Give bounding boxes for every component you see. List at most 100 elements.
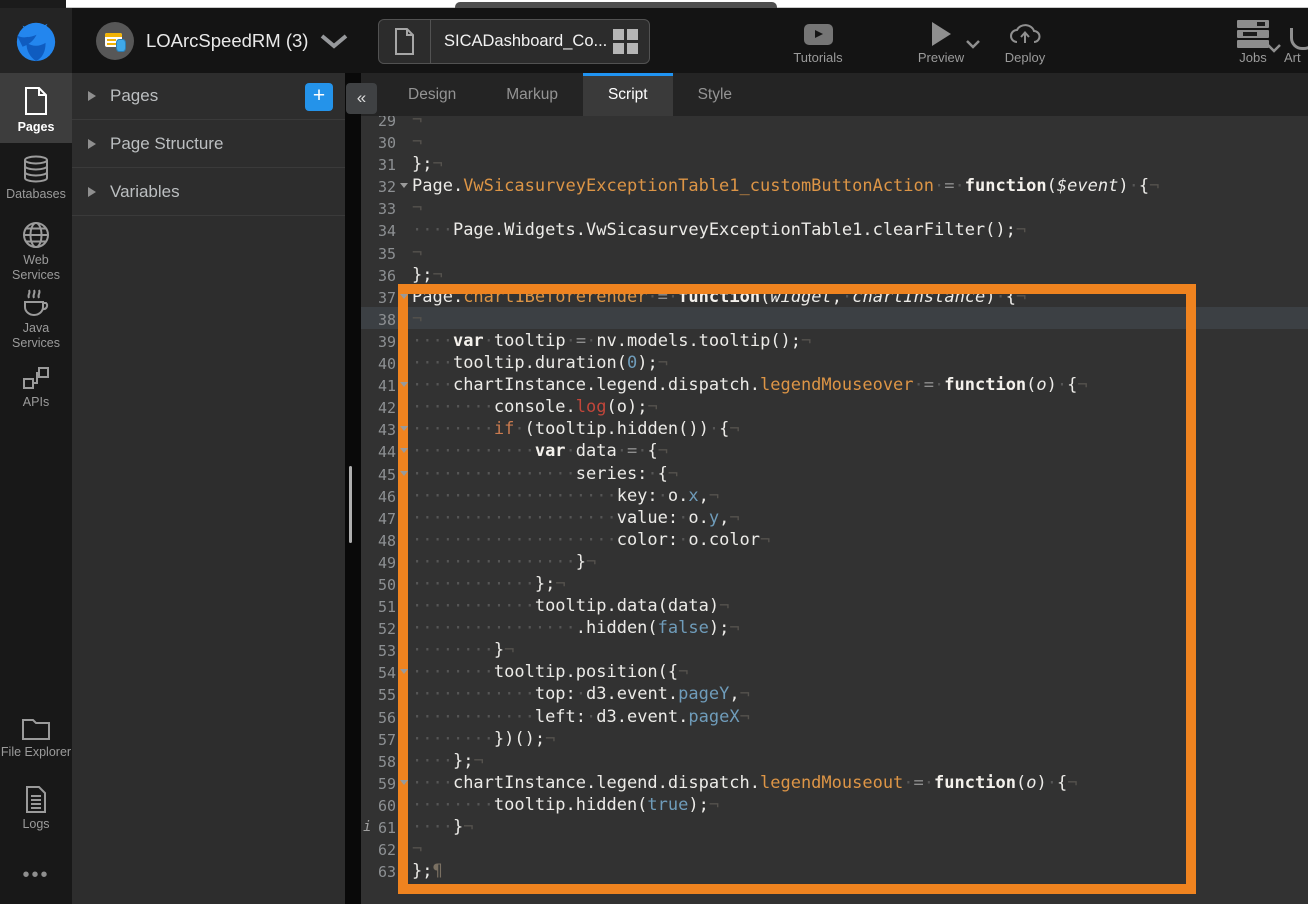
panel-splitter[interactable] [345, 73, 361, 904]
line-number: 37 [361, 289, 396, 307]
code-line-40[interactable]: 40····tooltip.duration(0);¬ [361, 352, 1308, 374]
add-page-button[interactable]: + [305, 83, 333, 111]
collapse-panel-button[interactable]: « [346, 83, 377, 114]
fold-arrow-icon[interactable] [400, 448, 408, 453]
scrollbar-thumb[interactable] [349, 466, 352, 543]
code-line-29[interactable]: 29¬ [361, 116, 1308, 131]
code-line-59[interactable]: 59····chartInstance.legend.dispatch.lege… [361, 772, 1308, 794]
header: LOArcSpeedRM (3) SICADashboard_Co... Tut… [0, 8, 1308, 73]
code-line-50[interactable]: 50············};¬ [361, 573, 1308, 595]
code-line-41[interactable]: 41····chartInstance.legend.dispatch.lege… [361, 374, 1308, 396]
code-line-61[interactable]: i61····}¬ [361, 816, 1308, 838]
section-page-structure[interactable]: Page Structure [72, 121, 345, 168]
code-line-57[interactable]: 57········})();¬ [361, 728, 1308, 750]
code-text: ····················color:·o.color¬ [412, 529, 770, 551]
line-number: 49 [361, 554, 396, 572]
page-file-cell[interactable] [379, 20, 431, 63]
code-line-63[interactable]: 63};¶ [361, 860, 1308, 882]
code-text: ············};¬ [412, 573, 566, 595]
project-chevron-down-icon[interactable] [320, 34, 348, 49]
code-text: Page.VwSicasurveyExceptionTable1_customB… [412, 175, 1159, 197]
variables-expand-icon[interactable] [88, 187, 96, 197]
jobs-button[interactable]: Jobs [1224, 21, 1282, 65]
page-tab-label: SICADashboard_Co... [431, 32, 613, 51]
code-line-62[interactable]: 62¬ [361, 838, 1308, 860]
code-text: ········})();¬ [412, 728, 555, 750]
project-name[interactable]: LOArcSpeedRM (3) [146, 8, 308, 73]
fold-arrow-icon[interactable] [400, 294, 408, 299]
databases-icon [22, 155, 50, 183]
script-editor[interactable]: 29¬30¬31};¬32Page.VwSicasurveyExceptionT… [361, 116, 1308, 904]
sidebar-item-web-services[interactable]: Web Services [0, 221, 72, 283]
code-line-43[interactable]: 43········if·(tooltip.hidden())·{¬ [361, 418, 1308, 440]
code-line-45[interactable]: 45················series:·{¬ [361, 463, 1308, 485]
tutorials-button[interactable]: Tutorials [782, 21, 854, 65]
fold-arrow-icon[interactable] [400, 471, 408, 476]
code-line-53[interactable]: 53········}¬ [361, 639, 1308, 661]
tab-design[interactable]: Design [383, 73, 481, 116]
preview-button[interactable]: Preview [908, 21, 974, 65]
fold-arrow-icon[interactable] [400, 780, 408, 785]
deploy-button[interactable]: Deploy [995, 21, 1055, 65]
code-text: };¶ [412, 860, 443, 882]
code-line-35[interactable]: 35¬ [361, 242, 1308, 264]
fold-arrow-icon[interactable] [400, 426, 408, 431]
sidebar-item-logs[interactable]: Logs [0, 786, 72, 832]
code-line-48[interactable]: 48 ····················color:·o.color¬ [361, 529, 1308, 551]
jobs-chevron-down-icon[interactable] [1267, 44, 1281, 53]
code-line-39[interactable]: 39····var·tooltip·=·nv.models.tooltip();… [361, 330, 1308, 352]
code-line-37[interactable]: 37 Page.chart1Beforerender·=·function(wid… [361, 286, 1308, 308]
tab-markup[interactable]: Markup [481, 73, 583, 116]
code-text: ········}¬ [412, 639, 514, 661]
sidebar-item-java-services[interactable]: Java Services [0, 289, 72, 351]
sidebar-item-apis[interactable]: APIs [0, 365, 72, 410]
code-text: ····chartInstance.legend.dispatch.legend… [412, 374, 1088, 396]
code-line-32[interactable]: 32Page.VwSicasurveyExceptionTable1_custo… [361, 175, 1308, 197]
code-line-31[interactable]: 31};¬ [361, 153, 1308, 175]
tutorials-label: Tutorials [782, 50, 854, 65]
project-avatar[interactable] [96, 22, 134, 60]
code-line-42[interactable]: 42········console.log(o);¬ [361, 396, 1308, 418]
code-line-52[interactable]: 52················.hidden(false);¬ [361, 617, 1308, 639]
code-text: Page.chart1Beforerender·=·function(widge… [412, 286, 1026, 308]
code-line-46[interactable]: 46····················key:·o.x,¬ [361, 485, 1308, 507]
line-number: 48 [361, 532, 396, 550]
tutorials-video-icon [804, 24, 833, 45]
page-structure-expand-icon[interactable] [88, 139, 96, 149]
tab-script[interactable]: Script [583, 73, 673, 116]
fold-arrow-icon[interactable] [400, 183, 408, 188]
pages-expand-icon[interactable] [88, 91, 96, 101]
layout-grid-icon[interactable] [613, 29, 638, 54]
code-line-47[interactable]: 47····················value:·o.y,¬ [361, 507, 1308, 529]
code-line-36[interactable]: 36};¬ [361, 264, 1308, 286]
code-line-60[interactable]: 60········tooltip.hidden(true);¬ [361, 794, 1308, 816]
sidebar-item-pages[interactable]: Pages [0, 73, 72, 143]
code-line-51[interactable]: 51············tooltip.data(data)¬ [361, 595, 1308, 617]
databases-label: Databases [0, 187, 72, 202]
code-line-49[interactable]: 49················}¬ [361, 551, 1308, 573]
sidebar-item-file-explorer[interactable]: File Explorer [0, 717, 72, 760]
code-line-44[interactable]: 44············var·data·=·{¬ [361, 440, 1308, 462]
tab-style[interactable]: Style [673, 73, 757, 116]
sidebar-more-button[interactable]: ••• [0, 868, 72, 883]
code-lines[interactable]: 29¬30¬31};¬32Page.VwSicasurveyExceptionT… [361, 116, 1308, 882]
section-variables[interactable]: Variables [72, 169, 345, 216]
artifacts-button[interactable]: Art [1284, 21, 1308, 65]
code-line-33[interactable]: 33¬ [361, 197, 1308, 219]
preview-chevron-down-icon[interactable] [966, 40, 980, 49]
code-line-38[interactable]: 38¬ [361, 308, 1308, 330]
code-line-34[interactable]: 34····Page.Widgets.VwSicasurveyException… [361, 219, 1308, 241]
code-line-30[interactable]: 30¬ [361, 131, 1308, 153]
fold-arrow-icon[interactable] [400, 382, 408, 387]
section-pages[interactable]: Pages + [72, 73, 345, 120]
code-line-54[interactable]: 54········tooltip.position({¬ [361, 661, 1308, 683]
open-page-tab[interactable]: SICADashboard_Co... [378, 19, 650, 64]
code-line-55[interactable]: 55············top:·d3.event.pageY,¬ [361, 683, 1308, 705]
code-line-56[interactable]: 56············left:·d3.event.pageX¬ [361, 706, 1308, 728]
code-text: ¬ [412, 197, 422, 219]
file-icon [394, 28, 415, 55]
code-line-58[interactable]: 58····};¬ [361, 750, 1308, 772]
fold-arrow-icon[interactable] [400, 669, 408, 674]
app-logo[interactable] [0, 8, 72, 73]
sidebar-item-databases[interactable]: Databases [0, 155, 72, 202]
